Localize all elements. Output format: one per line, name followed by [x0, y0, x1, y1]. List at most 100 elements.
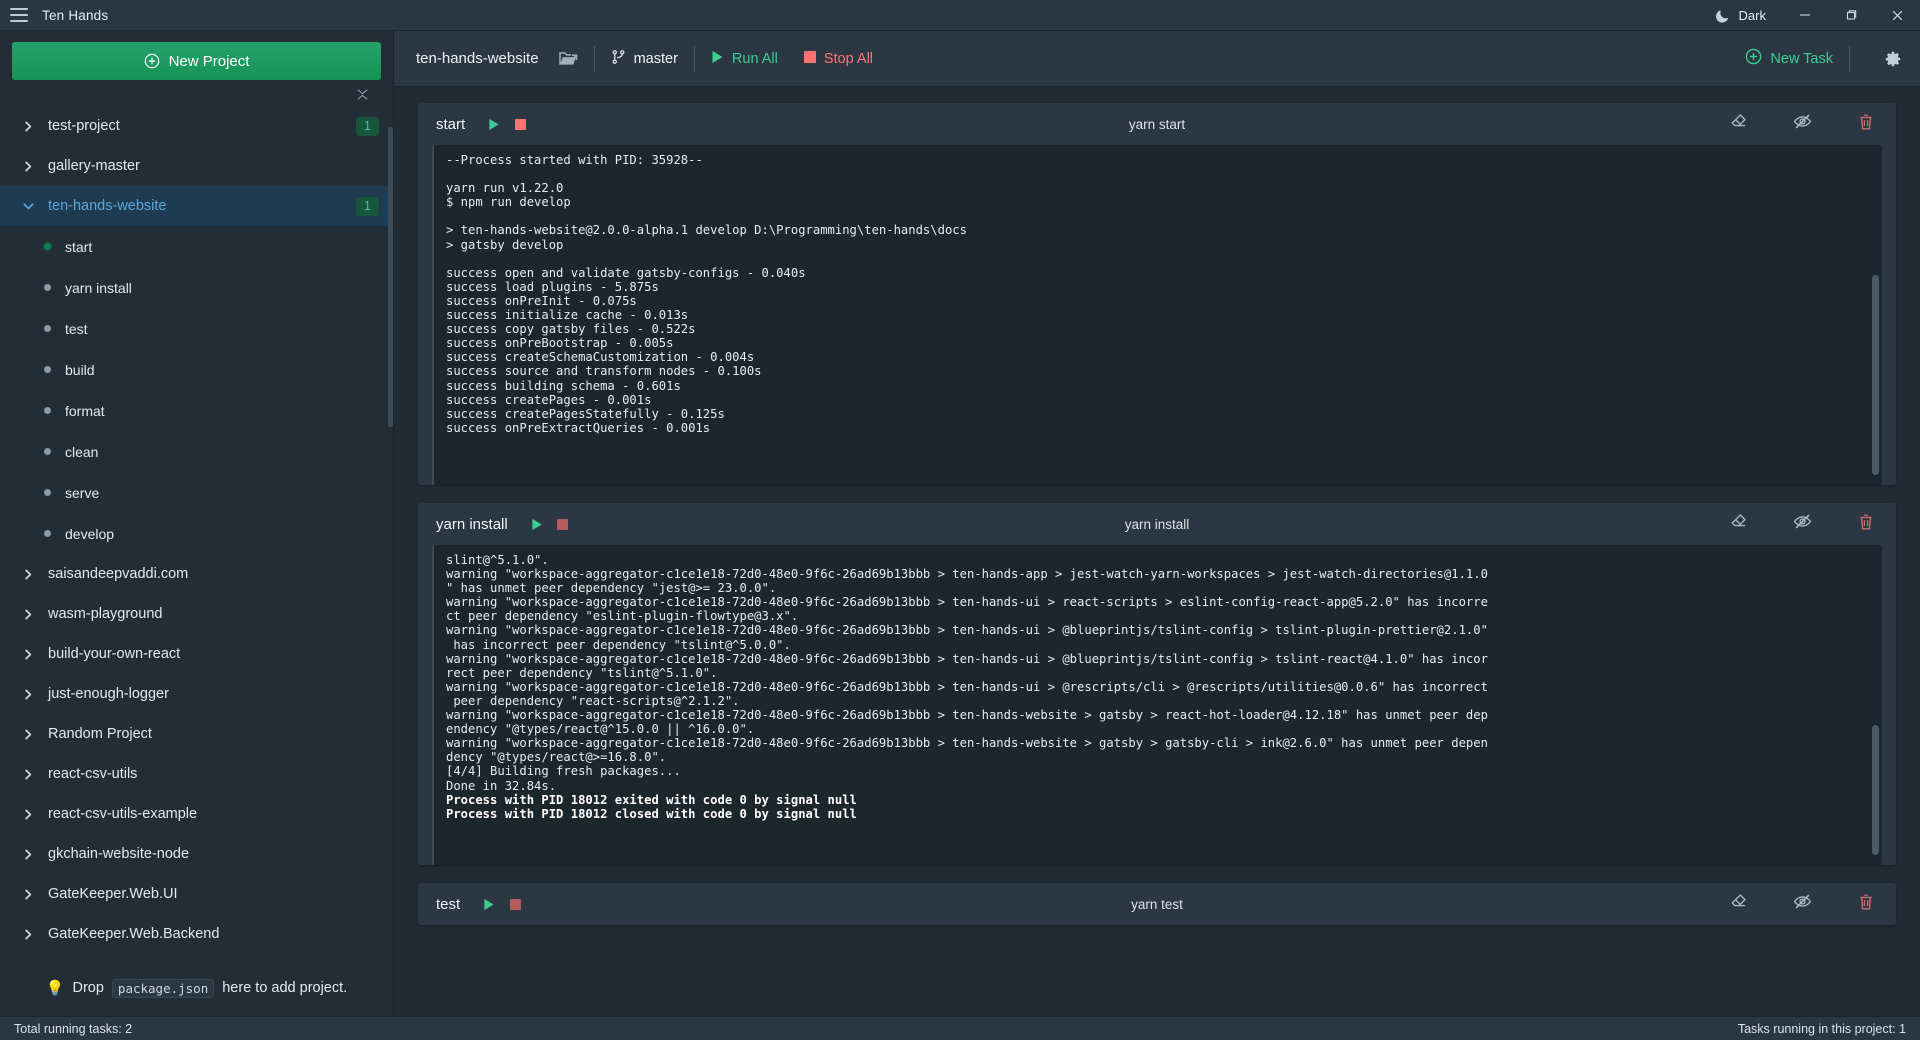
play-icon [711, 50, 724, 68]
clear-output-button[interactable] [1730, 893, 1747, 915]
task-idle-indicator-icon [44, 366, 51, 373]
project-list[interactable]: test-project1gallery-masterten-hands-web… [0, 104, 393, 960]
stop-all-label: Stop All [824, 51, 873, 67]
chevron-right-icon[interactable] [20, 929, 36, 940]
task-label: serve [65, 485, 99, 501]
dropzone-prefix: Drop [72, 980, 103, 996]
gear-icon [1884, 50, 1902, 68]
chevron-right-icon[interactable] [20, 849, 36, 860]
git-branch-button[interactable]: master [611, 49, 678, 69]
chevron-right-icon[interactable] [20, 569, 36, 580]
git-branch-icon [611, 49, 626, 69]
project-item-ten-hands-website[interactable]: ten-hands-website1 [0, 186, 393, 226]
title-bar: Ten Hands Dark [0, 0, 1920, 31]
task-idle-indicator-icon [44, 284, 51, 291]
chevron-right-icon[interactable] [20, 769, 36, 780]
theme-toggle[interactable]: Dark [1699, 8, 1782, 23]
task-item-clean[interactable]: clean [0, 431, 393, 472]
task-label: develop [65, 526, 114, 542]
stop-all-button[interactable]: Stop All [804, 51, 873, 67]
task-card-header: startyarn start [418, 103, 1896, 145]
branch-name: master [634, 51, 678, 67]
hide-output-button[interactable] [1793, 513, 1812, 535]
project-item-gatekeeper-web-ui[interactable]: GateKeeper.Web.UI [0, 874, 393, 914]
task-item-test[interactable]: test [0, 308, 393, 349]
running-count-badge: 1 [356, 197, 379, 216]
chevron-right-icon[interactable] [20, 809, 36, 820]
hamburger-icon[interactable] [10, 8, 28, 22]
task-item-develop[interactable]: develop [0, 513, 393, 554]
task-card-title: start [436, 116, 465, 133]
task-cards: startyarn start--Process started with PI… [394, 87, 1920, 1016]
task-item-serve[interactable]: serve [0, 472, 393, 513]
console-scrollbar[interactable] [1872, 725, 1879, 855]
project-item-test-project[interactable]: test-project1 [0, 106, 393, 146]
chevron-right-icon[interactable] [20, 161, 36, 172]
project-item-react-csv-utils[interactable]: react-csv-utils [0, 754, 393, 794]
project-item-wasm-playground[interactable]: wasm-playground [0, 594, 393, 634]
task-idle-indicator-icon [44, 325, 51, 332]
run-all-button[interactable]: Run All [711, 50, 778, 68]
task-label: build [65, 362, 95, 378]
task-run-button[interactable] [481, 118, 507, 131]
sidebar-scrollbar[interactable] [388, 127, 393, 427]
open-folder-icon[interactable] [559, 50, 578, 67]
project-name: just-enough-logger [48, 686, 169, 702]
task-stop-button[interactable] [502, 899, 528, 910]
maximize-icon[interactable] [1828, 0, 1874, 31]
status-bar: Total running tasks: 2 Tasks running in … [0, 1016, 1920, 1040]
task-card-title: yarn install [436, 516, 508, 533]
hide-output-button[interactable] [1793, 893, 1812, 915]
chevron-right-icon[interactable] [20, 121, 36, 132]
project-toolbar: ten-hands-website [394, 31, 1920, 87]
chevron-right-icon[interactable] [20, 649, 36, 660]
new-project-button[interactable]: New Project [12, 42, 381, 80]
delete-task-button[interactable] [1858, 513, 1874, 536]
collapse-all-button[interactable] [0, 84, 393, 104]
clear-output-button[interactable] [1730, 113, 1747, 135]
task-idle-indicator-icon [44, 448, 51, 455]
chevron-right-icon[interactable] [20, 729, 36, 740]
task-output-text: slint@^5.1.0". warning "workspace-aggreg… [446, 553, 1872, 793]
console-scrollbar[interactable] [1872, 275, 1879, 475]
project-item-build-your-own-react[interactable]: build-your-own-react [0, 634, 393, 674]
chevron-down-icon[interactable] [20, 201, 36, 212]
project-item-gatekeeper-web-backend[interactable]: GateKeeper.Web.Backend [0, 914, 393, 954]
task-item-format[interactable]: format [0, 390, 393, 431]
task-card-actions [1730, 893, 1878, 916]
project-item-react-csv-utils-example[interactable]: react-csv-utils-example [0, 794, 393, 834]
task-stop-button[interactable] [550, 519, 576, 530]
chevron-right-icon[interactable] [20, 889, 36, 900]
drop-zone[interactable]: 💡 Drop package.json here to add project. [0, 960, 393, 1016]
project-item-gallery-master[interactable]: gallery-master [0, 146, 393, 186]
clear-output-button[interactable] [1730, 513, 1747, 535]
task-item-yarn-install[interactable]: yarn install [0, 267, 393, 308]
trash-icon [1858, 513, 1874, 536]
settings-button[interactable] [1884, 50, 1902, 68]
delete-task-button[interactable] [1858, 113, 1874, 136]
project-item-random-project[interactable]: Random Project [0, 714, 393, 754]
new-task-button[interactable]: New Task [1745, 48, 1833, 69]
task-run-button[interactable] [476, 898, 502, 911]
task-stop-button[interactable] [507, 119, 533, 130]
task-output-console[interactable]: slint@^5.1.0". warning "workspace-aggreg… [432, 545, 1882, 865]
project-item-saisandeepvaddi-com[interactable]: saisandeepvaddi.com [0, 554, 393, 594]
hide-output-button[interactable] [1793, 113, 1812, 135]
chevron-right-icon[interactable] [20, 609, 36, 620]
chevron-right-icon[interactable] [20, 689, 36, 700]
task-output-console[interactable]: --Process started with PID: 35928-- yarn… [432, 145, 1882, 485]
project-item-gkchain-website-node[interactable]: gkchain-website-node [0, 834, 393, 874]
delete-task-button[interactable] [1858, 893, 1874, 916]
plus-circle-icon [144, 53, 160, 69]
minimize-icon[interactable] [1782, 0, 1828, 31]
project-item-just-enough-logger[interactable]: just-enough-logger [0, 674, 393, 714]
task-run-button[interactable] [524, 518, 550, 531]
project-name: react-csv-utils-example [48, 806, 197, 822]
task-card-header: testyarn test [418, 883, 1896, 925]
task-item-start[interactable]: start [0, 226, 393, 267]
project-name: Random Project [48, 726, 152, 742]
task-item-build[interactable]: build [0, 349, 393, 390]
close-icon[interactable] [1874, 0, 1920, 31]
new-project-wrap: New Project [0, 31, 393, 84]
task-label: clean [65, 444, 98, 460]
